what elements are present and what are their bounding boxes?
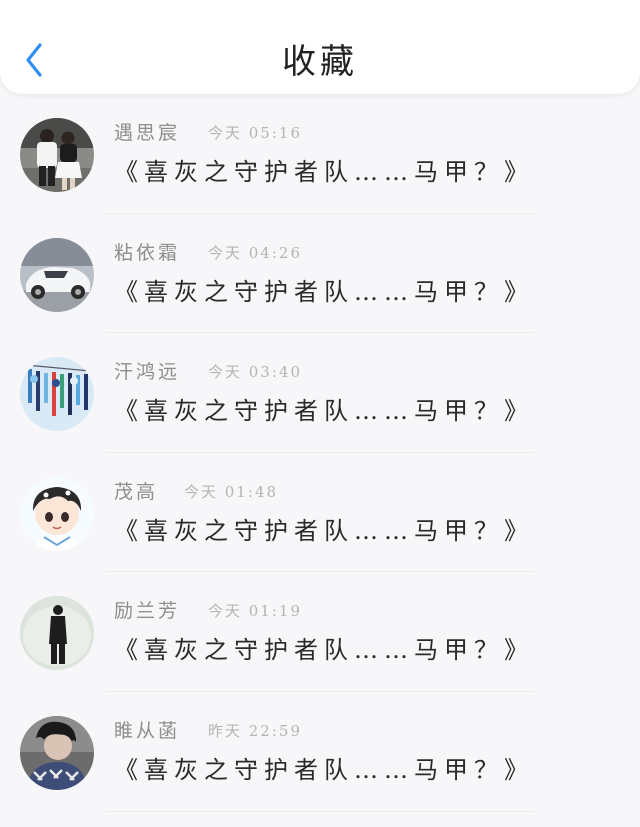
list-item[interactable]: 汗鸿远 今天 03:40 《喜灰之守护者队……马甲？》 <box>0 333 640 453</box>
sender-name: 励兰芳 <box>114 600 181 623</box>
timestamp: 今天 04:26 <box>208 243 302 262</box>
list-item[interactable]: 睢从菡 昨天 22:59 《喜灰之守护者队……马甲？》 <box>0 692 640 812</box>
message-text: 《喜灰之守护者队……马甲？》 <box>114 516 534 545</box>
timestamp: 昨天 22:59 <box>208 721 302 740</box>
avatar[interactable] <box>20 715 94 790</box>
message-text: 《喜灰之守护者队……马甲？》 <box>114 397 534 426</box>
timestamp: 今天 05:16 <box>208 124 302 142</box>
sender-name: 睢从菡 <box>114 719 181 742</box>
message-text: 《喜灰之守护者队……马甲？》 <box>114 277 534 306</box>
list-item[interactable]: 遇思宸 今天 05:16 《喜灰之守护者队……马甲？》 <box>0 94 640 214</box>
avatar[interactable] <box>20 118 94 192</box>
list-item[interactable]: 励兰芳 今天 01:19 《喜灰之守护者队……马甲？》 <box>0 572 640 692</box>
divider <box>105 810 535 812</box>
sender-name: 遇思宸 <box>114 122 181 144</box>
sender-name: 汗鸿远 <box>114 361 181 384</box>
timestamp: 今天 03:40 <box>208 363 302 382</box>
sender-name: 粘依霜 <box>114 241 181 264</box>
avatar[interactable] <box>20 596 94 671</box>
avatar[interactable] <box>20 357 94 432</box>
message-text: 《喜灰之守护者队……马甲？》 <box>114 755 534 784</box>
avatar[interactable] <box>20 237 94 312</box>
favorites-list: 遇思宸 今天 05:16 《喜灰之守护者队……马甲？》 粘依霜 今天 04:26… <box>0 94 640 812</box>
header-bar: 收藏 <box>0 0 640 94</box>
list-item[interactable]: 茂高 今天 01:48 《喜灰之守护者队……马甲？》 <box>0 453 640 573</box>
timestamp: 今天 01:19 <box>208 602 302 621</box>
timestamp: 今天 01:48 <box>184 482 278 501</box>
message-text: 《喜灰之守护者队……马甲？》 <box>114 158 534 186</box>
avatar[interactable] <box>20 476 94 551</box>
message-text: 《喜灰之守护者队……马甲？》 <box>114 636 534 665</box>
page-title: 收藏 <box>282 42 358 82</box>
list-item[interactable]: 粘依霜 今天 04:26 《喜灰之守护者队……马甲？》 <box>0 214 640 334</box>
sender-name: 茂高 <box>114 480 159 503</box>
